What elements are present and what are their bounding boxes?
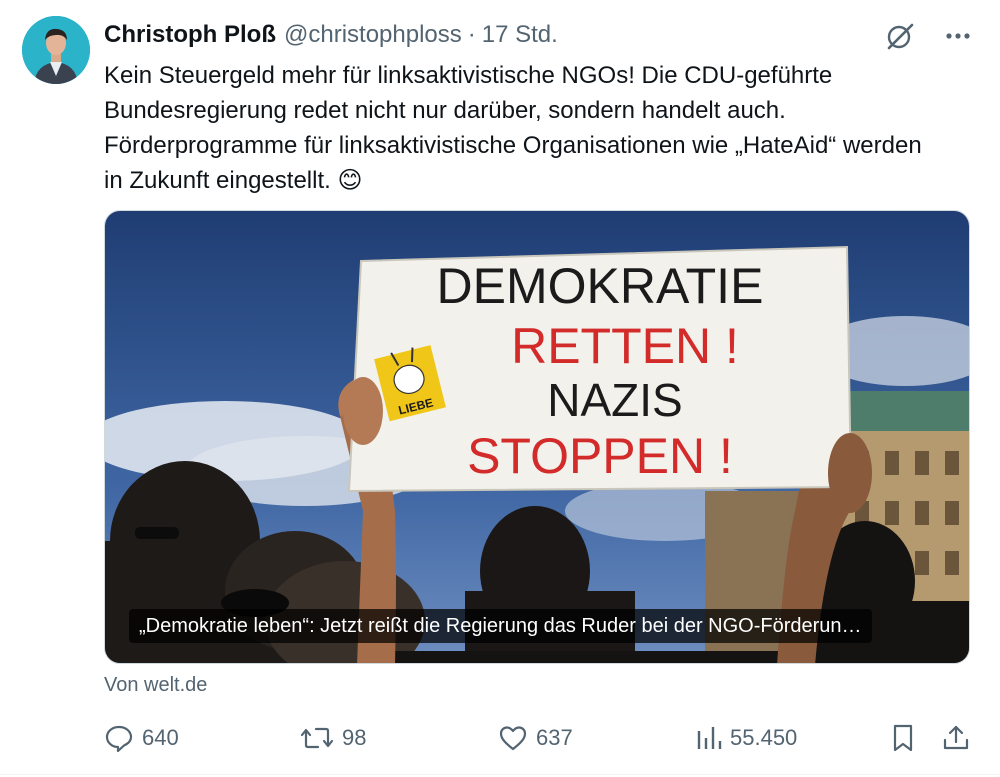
link-source[interactable]: Von welt.de	[104, 674, 207, 697]
bookmark-button[interactable]	[890, 720, 916, 756]
sign-line-1: DEMOKRATIE	[437, 258, 764, 314]
views-icon	[697, 727, 722, 749]
tweet-media-card[interactable]: LIEBE DEMOKRATIE RETTEN ! NAZIS STOPPEN …	[104, 210, 970, 664]
bookmark-icon	[893, 724, 913, 752]
tweet-text: Kein Steuergeld mehr für linksaktivistis…	[104, 62, 922, 194]
sign-line-3: NAZIS	[547, 374, 682, 426]
reply-count: 640	[142, 725, 179, 750]
separator-dot: ·	[467, 21, 476, 48]
timestamp[interactable]: 17 Std.	[482, 21, 558, 49]
divider	[0, 774, 1000, 775]
reply-button[interactable]: 640	[104, 720, 179, 756]
repost-icon	[300, 727, 334, 749]
views-count: 55.450	[730, 725, 798, 750]
reply-icon	[105, 725, 133, 753]
like-icon	[499, 726, 527, 751]
views-button[interactable]: 55.450	[696, 720, 797, 756]
sign-line-2: RETTEN !	[511, 318, 739, 374]
author-name[interactable]: Christoph Ploß	[104, 21, 276, 49]
like-button[interactable]: 637	[498, 720, 573, 756]
more-icon[interactable]	[940, 20, 976, 52]
avatar[interactable]	[22, 16, 90, 84]
repost-button[interactable]: 98	[300, 720, 366, 756]
tweet-action-bar: 640 98 637 55.450	[104, 720, 974, 756]
like-count: 637	[536, 725, 573, 750]
author-handle[interactable]: @christophploss	[284, 21, 462, 49]
grok-icon[interactable]	[882, 20, 918, 52]
article-photo: LIEBE DEMOKRATIE RETTEN ! NAZIS STOPPEN …	[105, 211, 969, 663]
tweet-top-actions	[882, 20, 976, 52]
tweet-header: Christoph Ploß @christophploss · 17 Std.	[104, 18, 558, 52]
repost-count: 98	[342, 725, 367, 750]
share-icon	[943, 725, 969, 750]
sign-line-4: STOPPEN !	[467, 428, 733, 484]
share-button[interactable]	[942, 720, 970, 756]
media-caption[interactable]: „Demokratie leben“: Jetzt reißt die Regi…	[129, 609, 872, 643]
